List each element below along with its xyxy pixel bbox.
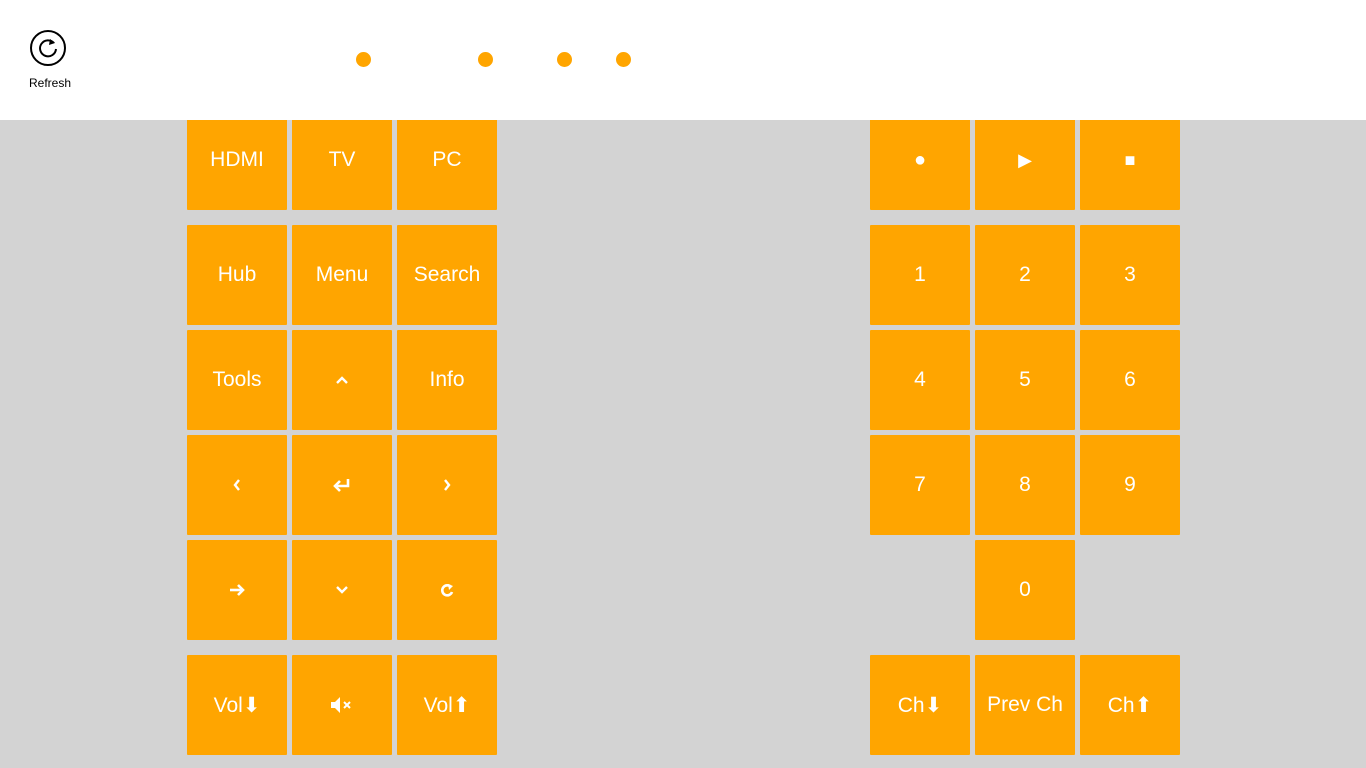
pc-label: PC [432,148,462,171]
vol-down-button[interactable]: Vol⬇ [187,655,287,755]
hdmi-button[interactable]: HDMI [187,110,287,210]
progress-dot [616,52,631,67]
down-button[interactable] [292,540,392,640]
exit-button[interactable] [187,540,287,640]
ch-down-button[interactable]: Ch⬇ [870,655,970,755]
key-label: 1 [914,263,926,286]
chevron-up-icon [336,376,348,384]
mute-icon [331,697,351,713]
key-0-button[interactable]: 0 [975,540,1075,640]
left-button[interactable] [187,435,287,535]
record-icon: ● [913,148,927,171]
search-button[interactable]: Search [397,225,497,325]
key-1-button[interactable]: 1 [870,225,970,325]
vol-down-label: Vol⬇ [213,693,261,717]
key-label: 9 [1124,473,1136,496]
key-label: 0 [1019,578,1031,601]
enter-button[interactable] [292,435,392,535]
progress-dot [356,52,371,67]
key-3-button[interactable]: 3 [1080,225,1180,325]
search-label: Search [413,263,481,286]
stop-button[interactable]: ■ [1080,110,1180,210]
enter-icon [333,479,350,492]
menu-label: Menu [315,263,369,286]
mute-button[interactable] [292,655,392,755]
refresh-icon [30,30,66,66]
chevron-left-icon [233,479,240,491]
hub-button[interactable]: Hub [187,225,287,325]
tools-button[interactable]: Tools [187,330,287,430]
return-button[interactable] [397,540,497,640]
progress-dot [478,52,493,67]
tv-label: TV [328,148,356,171]
chevron-right-icon [444,479,451,491]
hub-label: Hub [217,263,257,286]
ch-down-label: Ch⬇ [897,693,943,717]
play-button[interactable]: ▶ [975,110,1075,210]
chevron-down-icon [336,586,348,594]
key-label: 3 [1124,263,1136,286]
vol-up-label: Vol⬆ [423,693,471,717]
app-bar: Refresh [0,0,1366,120]
refresh-button[interactable]: Refresh [24,28,76,94]
play-icon: ▶ [1018,149,1032,170]
return-icon [441,584,454,597]
ch-up-label: Ch⬆ [1107,693,1153,717]
key-label: 8 [1019,473,1031,496]
tv-button[interactable]: TV [292,110,392,210]
key-8-button[interactable]: 8 [975,435,1075,535]
tools-label: Tools [212,368,262,391]
key-4-button[interactable]: 4 [870,330,970,430]
pc-button[interactable]: PC [397,110,497,210]
progress-dot [557,52,572,67]
record-button[interactable]: ● [870,110,970,210]
key-label: 5 [1019,368,1031,391]
up-button[interactable] [292,330,392,430]
menu-button[interactable]: Menu [292,225,392,325]
ch-up-button[interactable]: Ch⬆ [1080,655,1180,755]
refresh-label: Refresh [28,76,72,90]
prev-ch-label: Prev Ch [987,693,1063,716]
key-5-button[interactable]: 5 [975,330,1075,430]
exit-arrow-icon [230,584,245,596]
key-label: 2 [1019,263,1031,286]
info-button[interactable]: Info [397,330,497,430]
info-label: Info [429,368,465,391]
key-label: 4 [914,368,926,391]
key-9-button[interactable]: 9 [1080,435,1180,535]
key-2-button[interactable]: 2 [975,225,1075,325]
vol-up-button[interactable]: Vol⬆ [397,655,497,755]
hdmi-label: HDMI [210,148,264,171]
key-label: 6 [1124,368,1136,391]
key-label: 7 [914,473,926,496]
key-7-button[interactable]: 7 [870,435,970,535]
key-6-button[interactable]: 6 [1080,330,1180,430]
right-button[interactable] [397,435,497,535]
stop-icon: ■ [1124,149,1136,170]
prev-ch-button[interactable]: Prev Ch [975,655,1075,755]
